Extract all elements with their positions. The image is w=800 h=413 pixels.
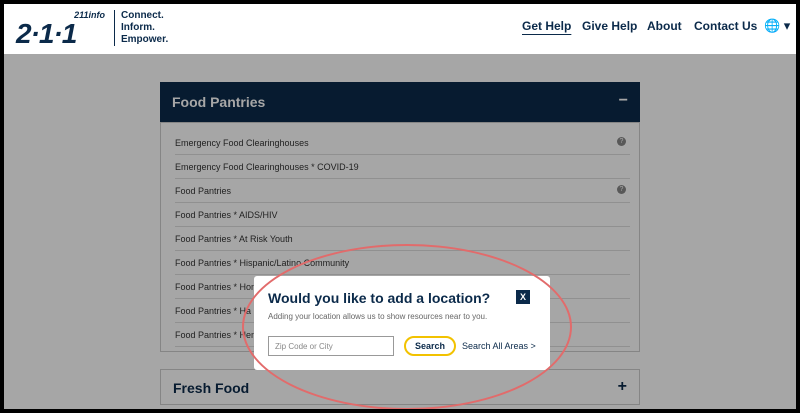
highlight-ellipse — [242, 244, 572, 409]
nav-get-help[interactable]: Get Help — [522, 19, 571, 33]
globe-icon[interactable]: 🌐 ▾ — [764, 18, 790, 34]
logo-info-text: 211info — [74, 10, 105, 20]
nav-give-help[interactable]: Give Help — [582, 19, 637, 33]
logo[interactable]: 211info 2·1·1 — [16, 10, 111, 49]
tagline: Connect. Inform. Empower. — [121, 10, 168, 46]
tagline-line: Empower. — [121, 34, 169, 45]
nav-about[interactable]: About — [647, 19, 682, 33]
logo-divider — [114, 10, 115, 46]
tagline-line: Connect. — [121, 10, 164, 21]
logo-211: 2·1·1 — [16, 18, 77, 49]
nav-contact-us[interactable]: Contact Us — [694, 19, 757, 33]
tagline-line: Inform. — [121, 22, 155, 33]
site-header: 211info 2·1·1 Connect. Inform. Empower. … — [4, 4, 796, 54]
